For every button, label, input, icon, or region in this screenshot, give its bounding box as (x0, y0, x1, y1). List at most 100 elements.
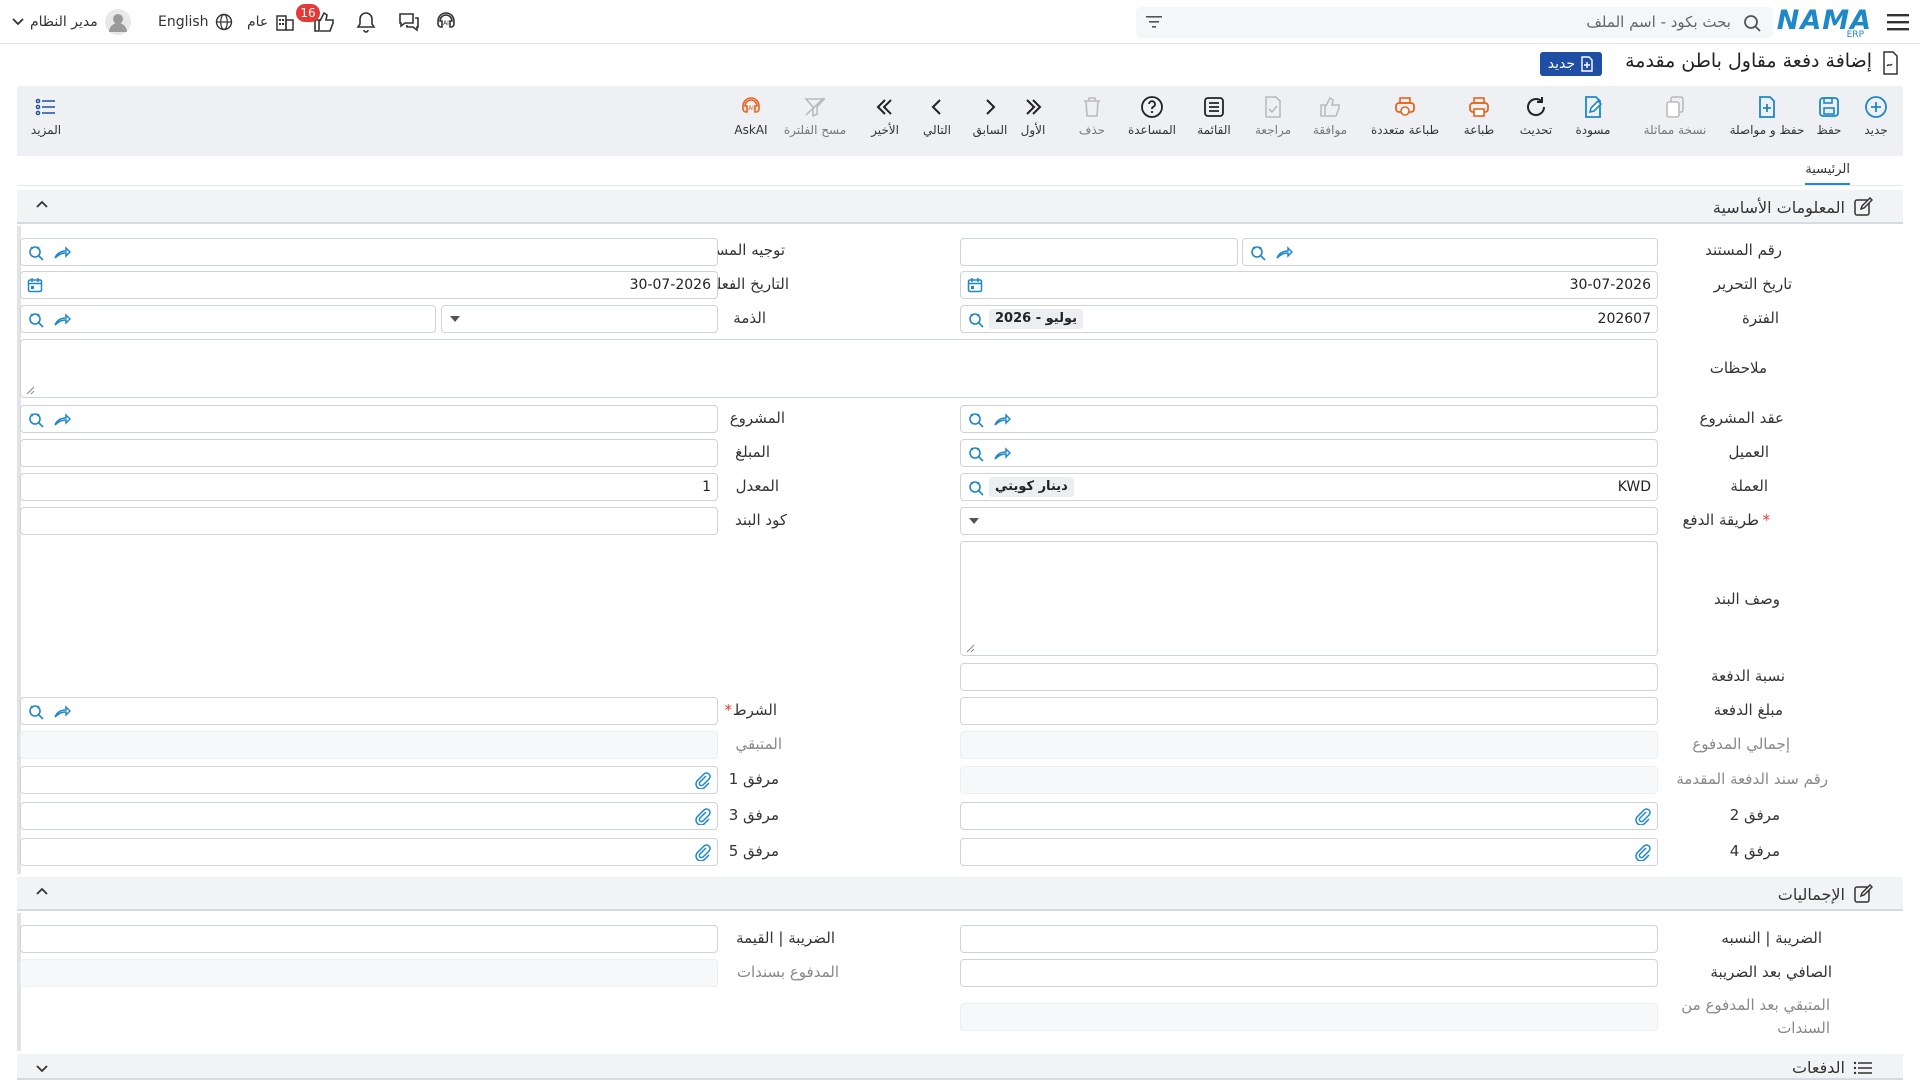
attach3-label: مرفق 3 (728, 806, 779, 824)
next-button[interactable]: التالي (907, 95, 967, 137)
language-switcher[interactable]: English (158, 0, 233, 44)
notification-bell-icon[interactable] (354, 0, 378, 44)
period-label: الفترة (1742, 309, 1779, 327)
resize-handle-icon[interactable] (965, 643, 975, 653)
lookup-search-icon[interactable] (27, 311, 45, 329)
lookup-search-icon[interactable] (27, 411, 45, 429)
period-lookup[interactable]: 202607 2026 - يوليو (960, 305, 1658, 333)
chevron-up-icon[interactable] (35, 199, 49, 209)
project-contract-lookup[interactable] (960, 405, 1658, 433)
print-button[interactable]: طباعة (1449, 95, 1509, 137)
ai-assistant-icon[interactable]: AI (434, 0, 458, 44)
scope-selector[interactable]: عام (247, 0, 296, 44)
help-button[interactable]: المساعدة (1122, 95, 1182, 137)
doc-direction-lookup[interactable] (20, 238, 718, 266)
amount-field[interactable] (20, 439, 718, 467)
resize-handle-icon[interactable] (25, 385, 35, 395)
avatar (104, 9, 131, 35)
chevron-up-icon[interactable] (35, 886, 49, 896)
open-link-icon[interactable] (993, 445, 1011, 463)
payment-method-select[interactable] (960, 507, 1658, 535)
attach4-field[interactable] (960, 838, 1658, 866)
paperclip-icon[interactable] (1633, 807, 1651, 825)
lookup-search-icon[interactable] (27, 703, 45, 721)
messages-icon[interactable] (397, 0, 421, 44)
save-continue-button[interactable]: حفظ و مواصلة (1727, 95, 1807, 137)
open-link-icon[interactable] (53, 311, 71, 329)
lookup-search-icon[interactable] (27, 244, 45, 262)
tab-main[interactable]: الرئيسية (1805, 162, 1850, 185)
chevron-down-icon (12, 18, 24, 26)
condition-lookup[interactable] (20, 697, 718, 725)
customer-lookup[interactable] (960, 439, 1658, 467)
brand-logo[interactable]: NAMA ERP (1777, 0, 1872, 44)
calendar-icon[interactable] (27, 277, 43, 293)
hamburger-menu-icon[interactable] (1876, 0, 1920, 44)
attach2-field[interactable] (960, 802, 1658, 830)
open-link-icon[interactable] (1275, 244, 1293, 262)
chevron-down-icon[interactable] (35, 1064, 49, 1074)
attach1-field[interactable] (20, 766, 718, 794)
list-button[interactable]: القائمة (1184, 95, 1244, 137)
new-document-icon (1581, 56, 1593, 72)
doc-number-field[interactable] (960, 238, 1238, 266)
delete-button[interactable]: حذف (1062, 95, 1122, 137)
notes-textarea[interactable] (20, 339, 1658, 398)
payment-amount-field[interactable] (960, 697, 1658, 725)
payments-section-header[interactable]: الدفعات (17, 1054, 1903, 1080)
search-input[interactable]: بحث بكود - اسم الملف (1136, 7, 1773, 38)
multi-print-button[interactable]: طباعة متعددة (1365, 95, 1445, 137)
draft-label: مسودة (1575, 123, 1611, 137)
doc-number-lookup[interactable] (1242, 238, 1658, 266)
refresh-button[interactable]: تحديث (1506, 95, 1566, 137)
rate-field[interactable]: 1 (20, 473, 718, 501)
totals-section-header[interactable]: الإجماليات (17, 877, 1903, 911)
open-link-icon[interactable] (53, 411, 71, 429)
open-link-icon[interactable] (53, 703, 71, 721)
edit-date-field[interactable]: 30-07-2026 (960, 271, 1658, 299)
lookup-search-icon[interactable] (967, 311, 985, 329)
required-marker: * (1762, 511, 1771, 529)
paperclip-icon[interactable] (693, 843, 711, 861)
last-button[interactable]: الأخير (855, 95, 915, 137)
payment-percent-field[interactable] (960, 663, 1658, 691)
liability-lookup[interactable] (20, 305, 436, 333)
more-button[interactable]: المزيد (16, 95, 76, 137)
open-link-icon[interactable] (53, 244, 71, 262)
net-after-tax-field[interactable] (960, 959, 1658, 987)
remaining-label: المتبقي (735, 735, 782, 753)
lookup-search-icon[interactable] (967, 479, 985, 497)
item-code-field[interactable] (20, 507, 718, 535)
paperclip-icon[interactable] (1633, 843, 1651, 861)
previous-button[interactable]: السابق (960, 95, 1020, 137)
liability-select[interactable] (441, 305, 718, 333)
actual-date-field[interactable]: 30-07-2026 (20, 271, 718, 299)
lookup-search-icon[interactable] (1249, 244, 1267, 262)
calendar-icon[interactable] (967, 277, 983, 293)
user-menu[interactable]: مدير النظام (12, 0, 132, 44)
currency-lookup[interactable]: KWD دينار كويتي (960, 473, 1658, 501)
lookup-search-icon[interactable] (967, 445, 985, 463)
item-desc-textarea[interactable] (960, 541, 1658, 656)
project-lookup[interactable] (20, 405, 718, 433)
paperclip-icon[interactable] (693, 771, 711, 789)
lookup-search-icon[interactable] (967, 411, 985, 429)
filter-icon[interactable] (1146, 15, 1162, 29)
draft-button[interactable]: مسودة (1563, 95, 1623, 137)
attach3-field[interactable] (20, 802, 718, 830)
clear-filter-button[interactable]: مسح الفلترة (780, 95, 850, 137)
tabs-divider (17, 185, 1903, 186)
paperclip-icon[interactable] (693, 807, 711, 825)
tax-percent-field[interactable] (960, 925, 1658, 953)
save-button[interactable]: حفظ (1799, 95, 1859, 137)
project-label: المشروع (729, 409, 785, 427)
tax-value-field[interactable] (20, 925, 718, 953)
open-link-icon[interactable] (993, 411, 1011, 429)
approve-button[interactable]: موافقة (1300, 95, 1360, 137)
duplicate-button[interactable]: نسخة مماثلة (1635, 95, 1715, 137)
scope-label: عام (247, 14, 269, 30)
attach5-field[interactable] (20, 838, 718, 866)
review-button[interactable]: مراجعة (1243, 95, 1303, 137)
basic-info-section-header[interactable]: المعلومات الأساسية (17, 190, 1903, 224)
ask-ai-button[interactable]: AI AskAI (721, 95, 781, 137)
